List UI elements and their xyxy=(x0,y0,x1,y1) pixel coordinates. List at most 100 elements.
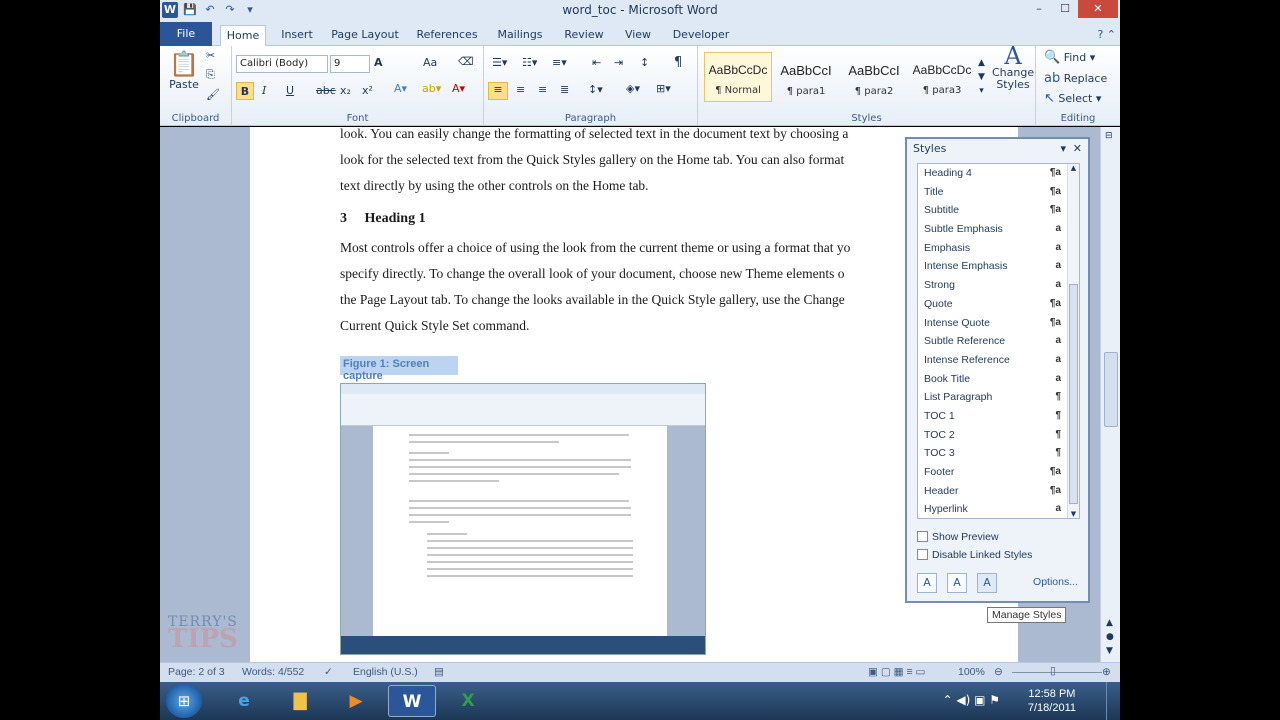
show-desktop-button[interactable] xyxy=(1106,682,1120,720)
increase-indent-icon[interactable]: ⇥ xyxy=(614,56,623,69)
sort-icon[interactable]: ↕ xyxy=(640,56,649,69)
manage-styles-button[interactable]: A xyxy=(977,573,997,593)
style-item[interactable]: Subtle Emphasis a xyxy=(918,220,1079,239)
help-icon[interactable]: ? ⌃ xyxy=(1097,28,1116,41)
embedded-screenshot-image[interactable] xyxy=(340,383,706,655)
strikethrough-button[interactable]: abc xyxy=(316,84,336,97)
tab-mailings[interactable]: Mailings xyxy=(494,25,546,46)
document-page[interactable]: look. You can easily change the formatti… xyxy=(250,126,1018,662)
zoom-in-icon[interactable]: ⊕ xyxy=(1102,666,1111,678)
font-family-combo[interactable]: Calibri (Body) xyxy=(236,55,328,73)
style-item[interactable]: Emphasis a xyxy=(918,239,1079,258)
style-item[interactable]: Title ¶a xyxy=(918,183,1079,202)
align-right-icon[interactable]: ≡ xyxy=(538,83,547,96)
underline-button[interactable]: U xyxy=(286,84,294,97)
find-button[interactable]: 🔍 Find ▾ xyxy=(1044,50,1095,65)
copy-icon[interactable]: ⎘ xyxy=(206,68,215,82)
tab-home[interactable]: Home xyxy=(220,25,266,46)
scroll-thumb[interactable] xyxy=(1104,352,1118,427)
bold-button[interactable]: B xyxy=(236,82,254,100)
multilevel-list-icon[interactable]: ≡▾ xyxy=(552,56,567,69)
tab-page-layout[interactable]: Page Layout xyxy=(328,25,402,46)
explorer-icon[interactable]: ▇ xyxy=(276,685,324,717)
style-item[interactable]: Footer ¶a xyxy=(918,463,1079,482)
tab-references[interactable]: References xyxy=(412,25,482,46)
style-item[interactable]: Intense Emphasis a xyxy=(918,257,1079,276)
style-item[interactable]: Subtitle ¶a xyxy=(918,201,1079,220)
subscript-button[interactable]: x₂ xyxy=(340,84,351,97)
font-size-combo[interactable]: 9 xyxy=(330,55,370,73)
text-effects-icon[interactable]: A▾ xyxy=(394,82,407,95)
change-case-button[interactable]: Aa xyxy=(423,56,437,69)
style-item[interactable]: TOC 1 ¶ xyxy=(918,407,1079,426)
system-tray-icons[interactable]: ⌃ ◀) ▣ ⚑ xyxy=(942,693,1000,707)
clock[interactable]: 12:58 PM 7/18/2011 xyxy=(1028,687,1076,715)
bullets-icon[interactable]: ☰▾ xyxy=(492,56,507,69)
italic-button[interactable]: I xyxy=(262,84,266,97)
vertical-scrollbar[interactable]: ⊟ ▲ ● ▼ xyxy=(1100,127,1120,662)
show-hide-button[interactable]: ¶ xyxy=(674,55,682,70)
style-item[interactable]: Book Title a xyxy=(918,370,1079,389)
style-item[interactable]: TOC 3 ¶ xyxy=(918,444,1079,463)
style-item[interactable]: TOC 2 ¶ xyxy=(918,426,1079,445)
styles-gallery-scroll[interactable]: ▲ ▼ ▾ xyxy=(978,56,985,98)
align-center-icon[interactable]: ≡ xyxy=(516,83,525,96)
ruler-toggle-icon[interactable]: ⊟ xyxy=(1105,131,1113,141)
cut-icon[interactable]: ✂ xyxy=(206,49,215,62)
zoom-slider[interactable] xyxy=(1012,672,1102,673)
zoom-level[interactable]: 100% xyxy=(958,666,985,678)
style-item[interactable]: Subtle Reference a xyxy=(918,332,1079,351)
style-normal[interactable]: AaBbCcDc ¶ Normal xyxy=(704,52,772,102)
page-count[interactable]: Page: 2 of 3 xyxy=(168,666,225,678)
macro-icon[interactable]: ▤ xyxy=(434,666,444,678)
select-button[interactable]: ↖ Select ▾ xyxy=(1044,91,1101,106)
language[interactable]: English (U.S.) xyxy=(353,666,418,678)
shading-icon[interactable]: ◈▾ xyxy=(626,82,640,95)
replace-button[interactable]: ab Replace xyxy=(1044,71,1107,86)
superscript-button[interactable]: x² xyxy=(362,84,373,97)
font-color-icon[interactable]: A▾ xyxy=(452,82,465,95)
style-item[interactable]: List Paragraph ¶ xyxy=(918,388,1079,407)
change-styles-button[interactable]: A Change Styles xyxy=(992,44,1034,91)
style-para3[interactable]: AaBbCcDc ¶ para3 xyxy=(908,52,976,102)
zoom-out-icon[interactable]: ⊖ xyxy=(994,666,1003,678)
style-para1[interactable]: AaBbCcI ¶ para1 xyxy=(772,52,840,102)
style-item[interactable]: Strong a xyxy=(918,276,1079,295)
tab-review[interactable]: Review xyxy=(560,25,608,46)
style-para2[interactable]: AaBbCcI ¶ para2 xyxy=(840,52,908,102)
styles-list-thumb[interactable] xyxy=(1069,284,1078,504)
numbering-icon[interactable]: ☷▾ xyxy=(522,56,537,69)
new-style-button[interactable]: A xyxy=(917,573,937,593)
options-link[interactable]: Options... xyxy=(1033,576,1078,588)
media-player-icon[interactable]: ▶ xyxy=(332,685,380,717)
decrease-indent-icon[interactable]: ⇤ xyxy=(592,56,601,69)
maximize-button[interactable]: ☐ xyxy=(1052,0,1078,18)
browse-buttons[interactable]: ▲ ● ▼ xyxy=(1106,616,1114,658)
style-item[interactable]: Intense Reference a xyxy=(918,351,1079,370)
tab-developer[interactable]: Developer xyxy=(668,25,734,46)
excel-icon[interactable]: X xyxy=(444,685,492,717)
style-inspector-button[interactable]: A xyxy=(947,573,967,593)
close-button[interactable]: ✕ xyxy=(1078,0,1118,18)
view-buttons[interactable]: ▣ ▢ ▦ ≡ ▭ xyxy=(868,666,925,678)
style-item[interactable]: Intense Quote ¶a xyxy=(918,314,1079,333)
word-taskbar-icon[interactable]: W xyxy=(388,685,436,717)
tab-view[interactable]: View xyxy=(618,25,658,46)
word-count[interactable]: Words: 4/552 xyxy=(242,666,304,678)
close-icon[interactable]: ✕ xyxy=(1073,139,1082,159)
show-preview-checkbox[interactable]: Show Preview xyxy=(917,531,999,543)
minimize-button[interactable]: – xyxy=(1026,0,1052,18)
format-painter-icon[interactable]: 🖌 xyxy=(206,88,220,101)
pane-menu-icon[interactable]: ▾ xyxy=(1060,139,1066,159)
disable-linked-styles-checkbox[interactable]: Disable Linked Styles xyxy=(917,549,1032,561)
style-item[interactable]: Heading 4 ¶a xyxy=(918,164,1079,183)
line-spacing-icon[interactable]: ↕▾ xyxy=(588,83,603,96)
clear-formatting-icon[interactable]: ⌫ xyxy=(458,55,474,68)
proofing-icon[interactable]: ✓ xyxy=(324,666,333,678)
grow-font-button[interactable]: A xyxy=(374,56,383,69)
style-item[interactable]: Hyperlink a xyxy=(918,500,1079,518)
highlight-icon[interactable]: ab▾ xyxy=(422,82,441,95)
start-button[interactable]: ⊞ xyxy=(166,684,202,718)
tab-file[interactable]: File xyxy=(160,22,212,46)
style-item[interactable]: Header ¶a xyxy=(918,482,1079,501)
